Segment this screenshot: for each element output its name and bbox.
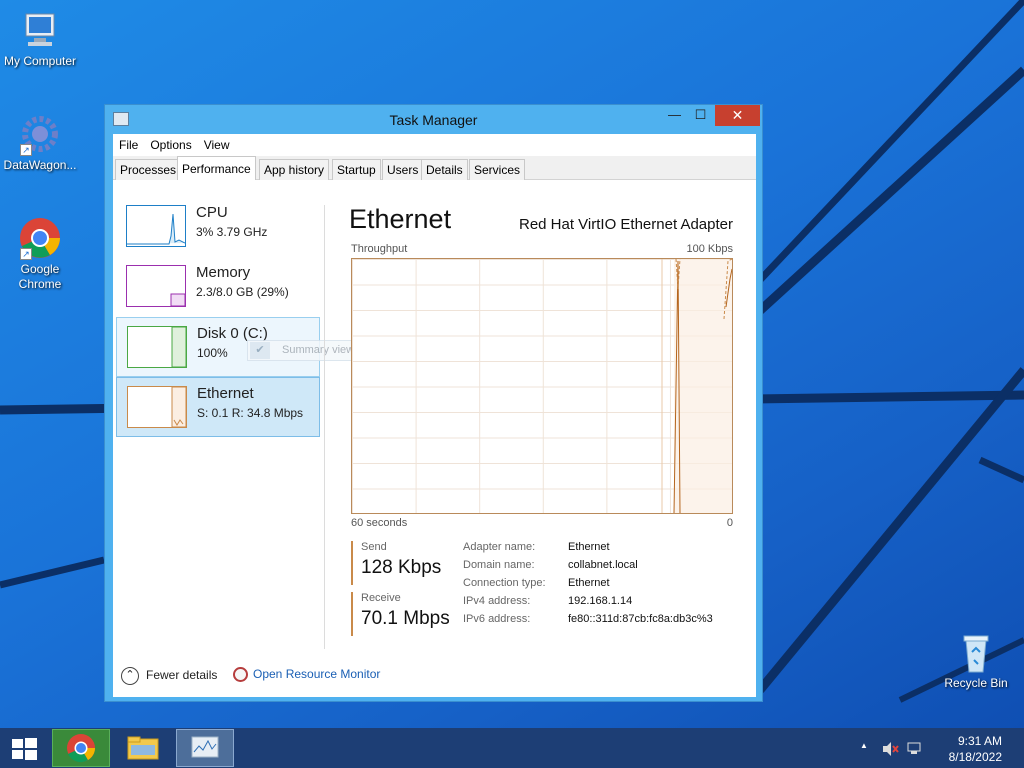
- chrome-icon: ↗: [18, 216, 62, 260]
- time-end: 0: [726, 517, 733, 529]
- volume-muted-icon[interactable]: [881, 741, 899, 757]
- tab-startup[interactable]: Startup: [332, 159, 381, 180]
- receive-label: Receive: [361, 592, 401, 604]
- taskbar: ▲ 9:31 AM 8/18/2022: [0, 728, 1024, 768]
- show-hidden-icons-arrow[interactable]: ▲: [860, 741, 868, 750]
- chrome-icon: [67, 734, 95, 763]
- menu-bar: File Options View: [113, 134, 756, 156]
- check-icon: ✔: [250, 342, 270, 359]
- tab-processes[interactable]: Processes: [115, 159, 182, 180]
- performance-panel: CPU 3% 3.79 GHz Memory 2.3/8.0 GB (29%) …: [113, 180, 756, 697]
- property-key: Adapter name:: [463, 541, 536, 553]
- system-tray: ▲ 9:31 AM 8/18/2022: [854, 728, 1024, 768]
- time-label: 60 seconds: [351, 517, 408, 529]
- disk-value: 100%: [197, 346, 228, 360]
- menu-file[interactable]: File: [113, 134, 144, 152]
- property-key: Connection type:: [463, 577, 546, 589]
- taskbar-file-explorer[interactable]: [114, 729, 172, 767]
- trash-icon: [954, 630, 998, 674]
- property-key: IPv4 address:: [463, 595, 531, 607]
- task-manager-window: Task Manager — ☐ ✕ File Options View Proce…: [104, 104, 763, 702]
- clock[interactable]: 9:31 AM 8/18/2022: [949, 733, 1002, 765]
- open-resource-monitor-link[interactable]: Open Resource Monitor: [233, 667, 381, 683]
- tab-users[interactable]: Users: [382, 159, 424, 180]
- fewer-details-button[interactable]: ⌃ Fewer details: [121, 667, 217, 685]
- tab-details[interactable]: Details: [421, 159, 468, 180]
- minimize-button[interactable]: —: [661, 105, 688, 126]
- panel-divider: [324, 205, 325, 649]
- datawagon-label: DataWagon...: [3, 158, 77, 172]
- cpu-name: CPU: [196, 204, 228, 221]
- my-computer-label: My Computer: [3, 54, 77, 68]
- start-button[interactable]: [0, 729, 48, 767]
- window-client: File Options View Processes Performance Ap…: [113, 134, 756, 697]
- network-icon[interactable]: [905, 741, 923, 757]
- receive-value: 70.1 Mbps: [361, 608, 450, 629]
- throughput-graph: [351, 258, 733, 514]
- ethernet-value: S: 0.1 R: 34.8 Mbps: [197, 406, 304, 420]
- fewer-details-label: Fewer details: [146, 668, 218, 683]
- taskbar-task-manager[interactable]: [176, 729, 234, 767]
- ethernet-mini-graph: [127, 386, 187, 428]
- close-button[interactable]: ✕: [715, 105, 760, 126]
- cpu-mini-graph: [126, 205, 186, 247]
- send-value: 128 Kbps: [361, 557, 442, 578]
- bottom-bar: ⌃ Fewer details Open Resource Monitor: [113, 656, 756, 697]
- graph-max: 100 Kbps: [686, 243, 733, 255]
- property-value: Ethernet: [568, 577, 610, 589]
- tab-performance[interactable]: Performance: [177, 156, 256, 181]
- datawagon-icon[interactable]: ↗ DataWagon...: [0, 112, 80, 173]
- ethernet-name: Ethernet: [197, 385, 254, 402]
- shortcut-arrow-icon: ↗: [20, 248, 32, 260]
- graph-label: Throughput: [351, 243, 408, 255]
- resource-memory[interactable]: Memory 2.3/8.0 GB (29%): [116, 257, 320, 317]
- resource-cpu[interactable]: CPU 3% 3.79 GHz: [116, 197, 320, 257]
- cpu-value: 3% 3.79 GHz: [196, 225, 268, 239]
- summary-view-label: Summary view: [282, 344, 355, 356]
- menu-view[interactable]: View: [198, 134, 236, 152]
- tab-strip: Processes Performance App history Startu…: [113, 156, 756, 181]
- recycle-bin-label: Recycle Bin: [944, 676, 1008, 690]
- my-computer-icon[interactable]: My Computer: [0, 8, 80, 69]
- receive-block: Receive 70.1 Mbps: [351, 592, 451, 636]
- disk-mini-graph: [127, 326, 187, 368]
- google-chrome-icon[interactable]: ↗ Google Chrome: [0, 216, 80, 292]
- recycle-bin-icon[interactable]: Recycle Bin: [936, 630, 1016, 691]
- property-value: 192.168.1.14: [568, 595, 633, 607]
- tab-services[interactable]: Services: [469, 159, 526, 180]
- chevron-up-icon: ⌃: [121, 667, 139, 685]
- tab-app-history[interactable]: App history: [259, 159, 330, 180]
- detail-title: Ethernet: [349, 204, 452, 234]
- memory-mini-graph: [126, 265, 186, 307]
- property-value: Ethernet: [568, 541, 610, 553]
- property-key: IPv6 address:: [463, 613, 531, 625]
- property-key: Domain name:: [463, 559, 535, 571]
- send-block: Send 128 Kbps: [351, 541, 451, 585]
- clock-date: 8/18/2022: [948, 750, 1002, 764]
- memory-value: 2.3/8.0 GB (29%): [196, 285, 289, 299]
- resource-ethernet[interactable]: Ethernet S: 0.1 R: 34.8 Mbps: [116, 377, 320, 437]
- resource-monitor-icon: [233, 667, 248, 683]
- maximize-button[interactable]: ☐: [687, 105, 714, 126]
- folder-icon: [127, 736, 159, 760]
- title-bar[interactable]: Task Manager — ☐ ✕: [105, 105, 762, 134]
- menu-options[interactable]: Options: [144, 134, 197, 152]
- memory-name: Memory: [196, 264, 251, 281]
- throughput-plot: [661, 259, 732, 513]
- gear-icon: ↗: [18, 112, 62, 156]
- windows-logo-icon: [12, 738, 37, 760]
- property-value: fe80::311d:87cb:fc8a:db3c%3: [568, 613, 713, 625]
- open-resource-monitor-label: Open Resource Monitor: [253, 667, 381, 681]
- computer-icon: [18, 8, 62, 52]
- property-value: collabnet.local: [568, 559, 638, 571]
- adapter-name: Red Hat VirtIO Ethernet Adapter: [518, 216, 733, 233]
- shortcut-arrow-icon: ↗: [20, 144, 32, 156]
- task-manager-icon: [191, 736, 219, 758]
- clock-time: 9:31 AM: [957, 734, 1002, 748]
- taskbar-chrome[interactable]: [52, 729, 110, 767]
- google-chrome-label: Google Chrome: [18, 262, 62, 291]
- send-label: Send: [361, 541, 387, 553]
